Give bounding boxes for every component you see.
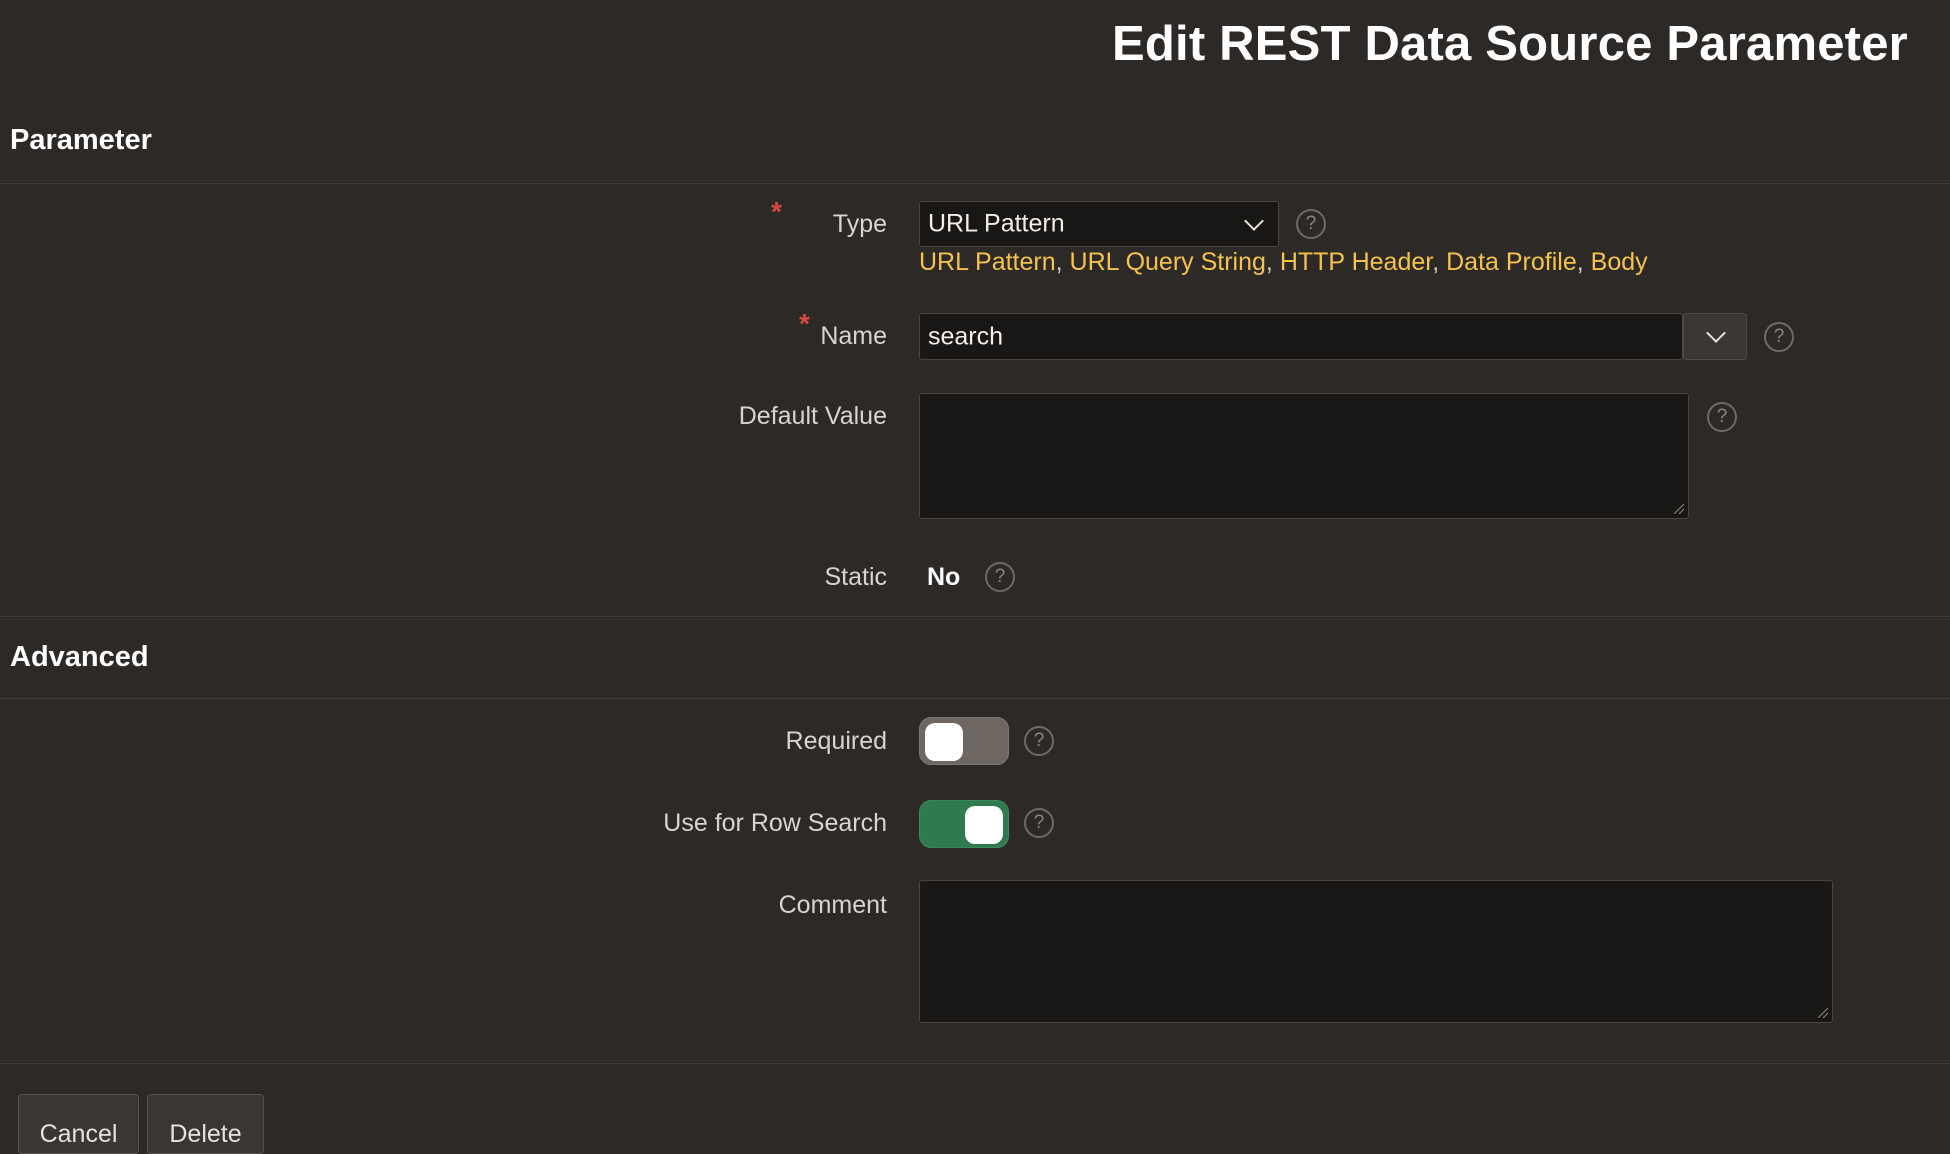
section-divider [0,616,1950,617]
type-label: Type [832,210,887,238]
type-option-data-profile[interactable]: Data Profile [1446,248,1577,276]
type-help-icon[interactable]: ? [1296,209,1326,239]
toggle-knob [925,723,963,761]
name-input-value: search [928,322,1004,350]
static-value: No [927,563,961,591]
type-select[interactable]: URL Pattern [919,201,1279,247]
row-search-label: Use for Row Search [663,809,887,837]
type-option-url-query-string[interactable]: URL Query String [1070,248,1266,276]
type-option-http-header[interactable]: HTTP Header [1280,248,1432,276]
page-title: Edit REST Data Source Parameter [1112,17,1908,71]
option-separator: , [1432,248,1440,276]
comment-label: Comment [778,891,887,919]
section-divider [0,698,1950,699]
cancel-button[interactable]: Cancel [18,1094,139,1154]
section-heading-advanced: Advanced [10,641,149,673]
type-option-url-pattern[interactable]: URL Pattern [919,248,1056,276]
name-label: Name [820,322,887,350]
required-toggle[interactable] [919,717,1009,765]
toggle-knob [965,806,1003,844]
option-separator: , [1055,248,1063,276]
row-search-toggle[interactable] [919,800,1009,848]
chevron-down-icon [1244,211,1264,231]
comment-textarea[interactable] [919,880,1833,1023]
resize-handle-icon[interactable] [1818,1008,1828,1018]
delete-button[interactable]: Delete [147,1094,264,1154]
section-divider [0,1063,1950,1064]
static-label: Static [824,563,887,591]
name-help-icon[interactable]: ? [1764,322,1794,352]
type-select-value: URL Pattern [928,209,1065,238]
section-heading-parameter: Parameter [10,124,152,156]
name-input[interactable]: search [919,313,1683,360]
required-label: Required [785,727,887,755]
name-lov-button[interactable] [1683,313,1747,360]
chevron-down-icon [1706,323,1726,343]
static-help-icon[interactable]: ? [985,562,1015,592]
default-value-help-icon[interactable]: ? [1707,402,1737,432]
type-required-marker: * [771,196,782,227]
type-options-list: URL Pattern, URL Query String, HTTP Head… [919,248,1648,277]
required-help-icon[interactable]: ? [1024,726,1054,756]
option-separator: , [1576,248,1584,276]
default-value-label: Default Value [738,402,887,430]
row-search-help-icon[interactable]: ? [1024,808,1054,838]
name-required-marker: * [799,308,810,339]
section-divider [0,183,1950,184]
type-option-body[interactable]: Body [1591,248,1648,276]
option-separator: , [1265,248,1273,276]
default-value-textarea[interactable] [919,393,1689,519]
resize-handle-icon[interactable] [1674,504,1684,514]
